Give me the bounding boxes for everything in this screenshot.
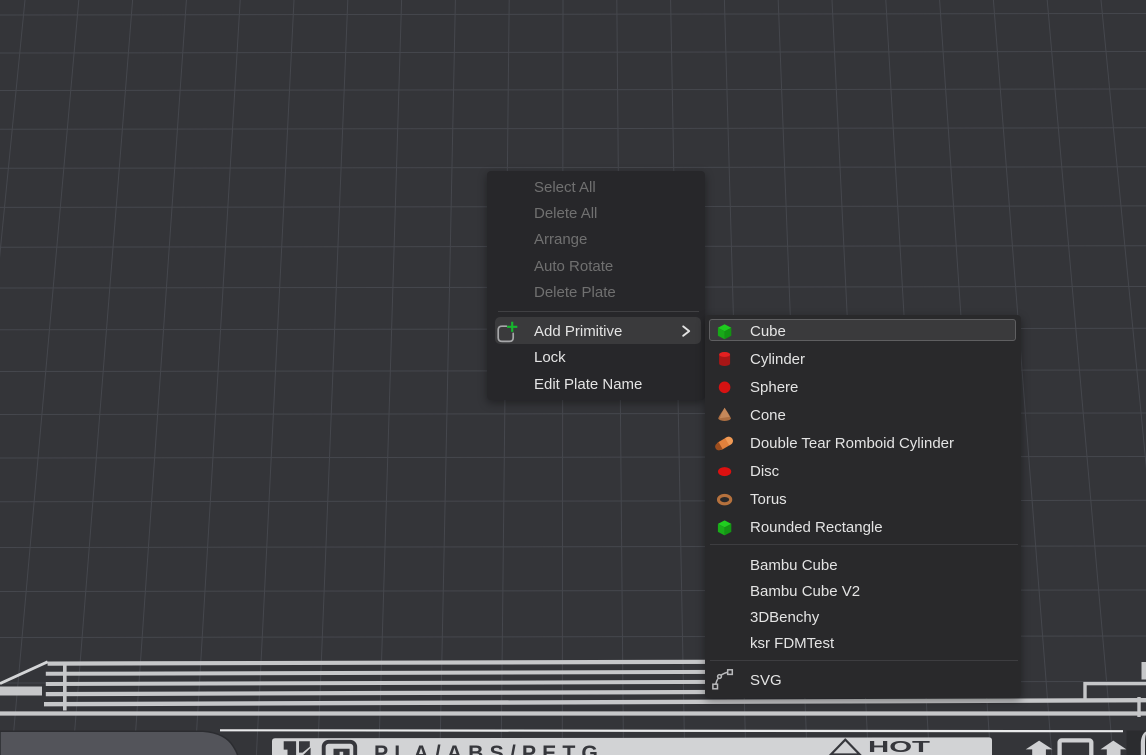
svg-text:HOT: HOT [868, 739, 931, 755]
svg-text:PLA/ABS/PETG: PLA/ABS/PETG [374, 742, 604, 755]
